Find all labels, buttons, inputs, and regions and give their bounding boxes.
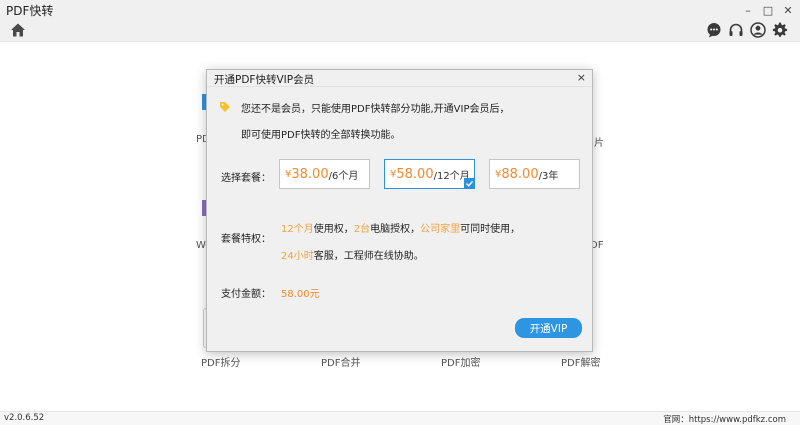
feature-line-2: 24小时客服，工程师在线协助。 [281,247,424,262]
plan-price: 88.00 [501,166,539,182]
grid-label-row1-right: 片 [594,138,604,149]
feature-highlight: 公司家里 [420,224,461,235]
feature-highlight: 2台 [353,224,371,235]
feature-highlight: 24小时 [281,251,314,262]
plan-period: /3年 [538,170,559,182]
app-title: PDF快转 [6,3,54,18]
grid-label-pdf-merge[interactable]: PDF合并 [321,354,360,369]
website-link[interactable]: 官网：https://www.pdfkz.com [663,413,786,425]
chat-icon[interactable] [706,22,722,38]
minimize-button[interactable]: – [740,2,756,18]
gear-icon[interactable] [772,22,788,38]
plan-period: /6个月 [328,170,359,182]
feature-text: 可同时使用， [460,224,521,235]
grid-label-pdf-split[interactable]: PDF拆分 [201,354,240,369]
plan-option-12-months[interactable]: ¥ 58.00 /12个月 [384,159,475,189]
open-vip-button[interactable]: 开通VIP [515,318,582,338]
feature-text: 客服，工程师在线协助。 [313,251,424,262]
feature-highlight: 12个月 [281,224,314,235]
version-label: v2.0.6.52 [4,413,45,423]
payment-amount: 58.00元 [281,289,320,300]
maximize-button[interactable]: □ [760,2,776,18]
dialog-titlebar: 开通PDF快转VIP会员 × [207,70,592,87]
window-controls: – □ ✕ [740,0,796,20]
plan-option-6-months[interactable]: ¥ 38.00 /6个月 [279,159,370,189]
window-titlebar: PDF快转 – □ ✕ [0,0,800,20]
grid-label-pdf-decrypt[interactable]: PDF解密 [561,354,600,369]
home-icon[interactable] [10,22,26,38]
features-label: 套餐特权： [221,234,271,245]
user-icon[interactable] [750,22,766,38]
grid-label-pdf-encrypt[interactable]: PDF加密 [441,354,480,369]
headset-icon[interactable] [728,22,744,38]
payment-label: 支付金额： [221,289,271,300]
feature-text: 使用权， [313,224,354,235]
notice-line-1: 您还不是会员，只能使用PDF快转部分功能,开通VIP会员后， [241,104,510,115]
plan-label: 选择套餐： [221,173,271,184]
statusbar: v2.0.6.52 官网：https://www.pdfkz.com [0,411,800,425]
toolbar-right-icons [706,22,788,38]
dialog-title: 开通PDF快转VIP会员 [214,74,315,86]
dialog-close-button[interactable]: × [577,71,586,84]
selected-check-icon [464,178,475,189]
feature-text: 电脑授权， [370,224,421,235]
feature-line-1: 12个月使用权，2台电脑授权，公司家里可同时使用， [281,220,520,235]
close-window-button[interactable]: ✕ [780,2,796,18]
toolbar [0,20,800,42]
plan-price: 38.00 [291,166,329,182]
tag-icon [220,102,230,112]
vip-dialog: 开通PDF快转VIP会员 × 您还不是会员，只能使用PDF快转部分功能,开通VI… [206,69,593,352]
plan-price: 58.00 [396,166,434,182]
plan-option-3-years[interactable]: ¥ 88.00 /3年 [489,159,580,189]
notice-line-2: 即可使用PDF快转的全部转换功能。 [241,130,401,141]
